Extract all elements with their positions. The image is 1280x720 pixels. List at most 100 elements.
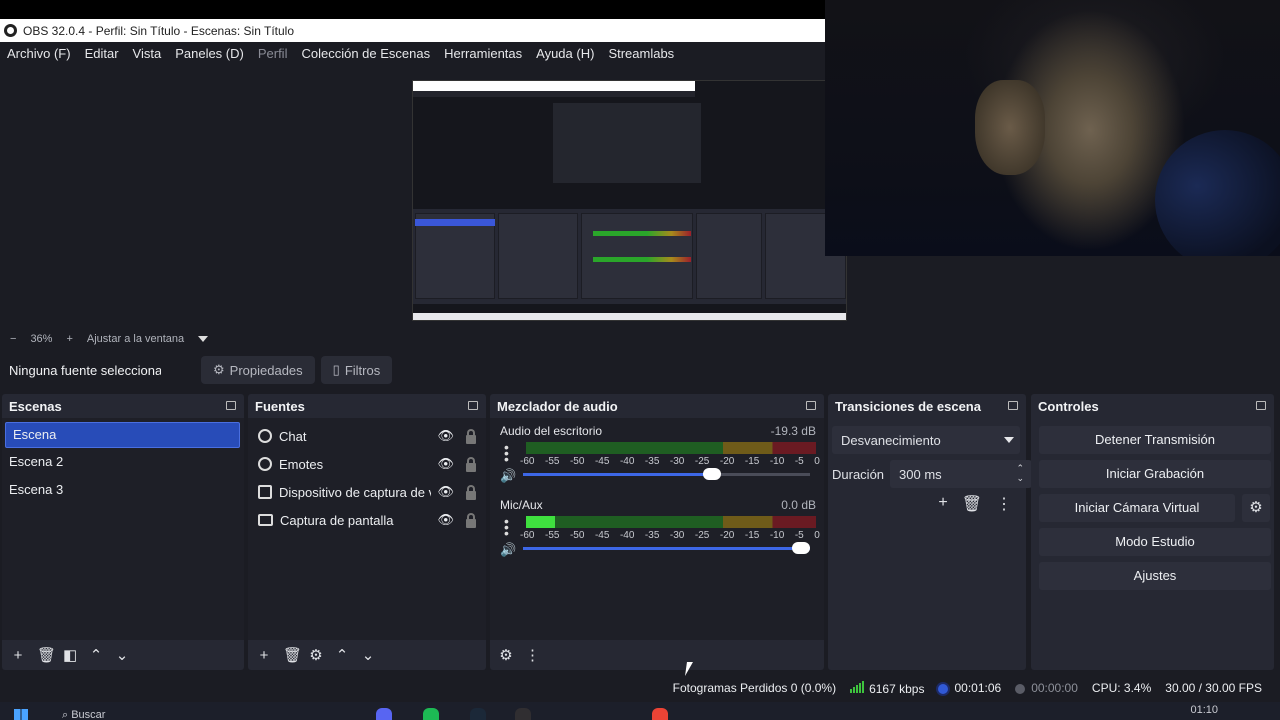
chrome-icon[interactable]	[652, 708, 668, 720]
obs-taskbar-icon[interactable]	[515, 708, 531, 720]
fit-window-label[interactable]: Ajustar a la ventana	[87, 333, 184, 345]
start-recording-button[interactable]: Iniciar Grabación	[1039, 460, 1271, 488]
more-options-icon[interactable]: ⋮	[525, 646, 540, 664]
arrow-down-icon[interactable]: ⌄	[361, 646, 375, 664]
eye-icon[interactable]: 👁	[437, 456, 454, 472]
tick-label: -25	[694, 456, 710, 467]
lock-icon[interactable]	[466, 457, 476, 472]
trash-icon[interactable]: 🗑	[37, 646, 56, 664]
channel-name: Mic/Aux	[500, 498, 543, 512]
transition-select[interactable]: Desvanecimiento	[832, 426, 1020, 454]
undock-icon[interactable]	[1008, 401, 1018, 410]
source-item[interactable]: Dispositivo de captura de video 👁	[248, 478, 486, 506]
tick-label: -15	[744, 456, 760, 467]
scene-item[interactable]: Escena	[5, 422, 240, 448]
tick-label: -5	[794, 530, 804, 541]
tick-label: -50	[569, 456, 585, 467]
tick-label: -45	[594, 456, 610, 467]
settings-button[interactable]: Ajustes	[1039, 562, 1271, 590]
add-icon[interactable]: +	[257, 647, 271, 664]
volume-meter	[526, 516, 816, 528]
add-icon[interactable]: +	[938, 494, 947, 514]
advanced-audio-icon[interactable]: ⚙	[499, 646, 513, 664]
source-item[interactable]: Chat 👁	[248, 422, 486, 450]
windows-taskbar: ⌕ Buscar 01:10	[0, 702, 1280, 720]
studio-mode-button[interactable]: Modo Estudio	[1039, 528, 1271, 556]
undock-icon[interactable]	[1256, 401, 1266, 410]
tick-label: -10	[769, 530, 785, 541]
speaker-icon[interactable]: 🔊	[500, 542, 516, 558]
tick-label: -30	[669, 530, 685, 541]
undock-icon[interactable]	[468, 401, 478, 410]
windows-start-icon[interactable]	[14, 709, 28, 720]
transitions-title: Transiciones de escena	[835, 398, 981, 414]
menu-streamlabs[interactable]: Streamlabs	[608, 46, 674, 61]
eye-icon[interactable]: 👁	[437, 512, 454, 528]
stop-streaming-button[interactable]: Detener Transmisión	[1039, 426, 1271, 454]
filters-button[interactable]: ▯ Filtros	[320, 356, 393, 384]
webcam-overlay	[825, 0, 1280, 256]
menu-editar[interactable]: Editar	[85, 46, 119, 61]
scene-item[interactable]: Escena 2	[2, 448, 244, 476]
chevron-down-icon[interactable]	[198, 336, 209, 342]
tick-label: -30	[669, 456, 685, 467]
menu-herramientas[interactable]: Herramientas	[444, 46, 522, 61]
lock-icon[interactable]	[466, 513, 476, 528]
menu-paneles[interactable]: Paneles (D)	[175, 46, 244, 61]
menu-archivo[interactable]: Archivo (F)	[7, 46, 71, 61]
filter-icon[interactable]: ◧	[63, 646, 77, 664]
zoom-out-button[interactable]: −	[10, 333, 16, 345]
sources-dock: Fuentes Chat 👁 Emotes 👁 Dispositivo de c…	[248, 394, 486, 670]
no-source-label: Ninguna fuente seleccionada	[9, 362, 161, 378]
eye-icon[interactable]: 👁	[437, 428, 454, 444]
arrow-up-icon[interactable]: ⌃	[335, 646, 349, 664]
source-name: Chat	[279, 428, 307, 444]
spotify-icon[interactable]	[423, 708, 439, 720]
controls-dock: Controles Detener Transmisión Iniciar Gr…	[1031, 394, 1274, 670]
source-item[interactable]: Captura de pantalla 👁	[248, 506, 486, 534]
steam-icon[interactable]	[470, 708, 486, 720]
controls-header: Controles	[1031, 394, 1274, 418]
menu-ayuda[interactable]: Ayuda (H)	[536, 46, 594, 61]
scene-item[interactable]: Escena 3	[2, 476, 244, 504]
more-options-icon[interactable]: • • •	[504, 440, 509, 466]
arrow-down-icon[interactable]: ⌄	[115, 646, 129, 664]
volume-slider[interactable]	[523, 468, 810, 480]
discord-icon[interactable]	[376, 708, 392, 720]
trash-icon[interactable]: 🗑	[962, 494, 982, 514]
add-icon[interactable]: +	[11, 647, 25, 664]
volume-slider[interactable]	[523, 542, 810, 554]
gear-icon[interactable]: ⚙	[309, 646, 323, 664]
properties-button[interactable]: ⚙ Propiedades	[201, 356, 315, 384]
record-icon	[1015, 683, 1026, 694]
lock-icon[interactable]	[466, 485, 476, 500]
virtual-camera-settings-button[interactable]: ⚙	[1242, 494, 1270, 522]
trash-icon[interactable]: 🗑	[283, 646, 302, 664]
eye-icon[interactable]: 👁	[437, 484, 454, 500]
taskbar-search[interactable]: ⌕ Buscar	[62, 709, 105, 720]
menu-perfil: Perfil	[257, 45, 288, 61]
lock-icon[interactable]	[466, 429, 476, 444]
arrow-up-icon[interactable]: ⌃	[89, 646, 103, 664]
spin-arrows-icon[interactable]: ⌃ ⌄	[1016, 463, 1024, 483]
undock-icon[interactable]	[806, 401, 816, 410]
more-options-icon[interactable]: ⋮	[996, 494, 1012, 514]
duration-label: Duración	[832, 466, 885, 482]
more-options-icon[interactable]: • • •	[504, 514, 509, 540]
dropped-frames: Fotogramas Perdidos 0 (0.0%)	[672, 681, 837, 695]
undock-icon[interactable]	[226, 401, 236, 410]
window-title: OBS 32.0.4 - Perfil: Sin Título - Escena…	[23, 23, 295, 38]
tick-label: -20	[719, 456, 735, 467]
zoom-in-button[interactable]: +	[66, 333, 72, 345]
bitrate-indicator: 6167 kbps	[850, 680, 924, 696]
properties-label: Propiedades	[229, 362, 303, 378]
channel-db: -19.3 dB	[770, 424, 816, 438]
menu-vista[interactable]: Vista	[133, 46, 162, 61]
source-item[interactable]: Emotes 👁	[248, 450, 486, 478]
menu-coleccion-escenas[interactable]: Colección de Escenas	[301, 46, 430, 61]
speaker-icon[interactable]: 🔊	[500, 468, 516, 484]
transition-selected: Desvanecimiento	[841, 432, 941, 448]
duration-input[interactable]: 300 ms ⌃ ⌄	[890, 460, 1033, 488]
rec-time-value: 00:00:00	[1031, 681, 1078, 695]
start-virtual-camera-button[interactable]: Iniciar Cámara Virtual	[1039, 494, 1235, 522]
